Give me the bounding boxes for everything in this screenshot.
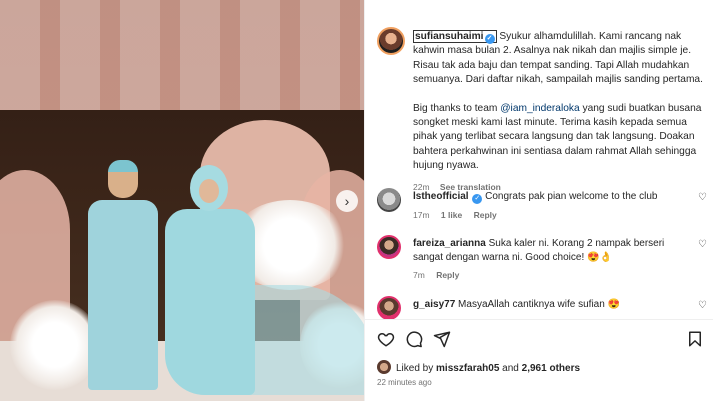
comment-like-heart-icon[interactable]: ♡: [698, 300, 707, 311]
verified-badge-icon: ✓: [472, 194, 483, 204]
verified-badge-icon: ✓: [484, 34, 495, 44]
post-details-panel: sufiansuhaimi ✓ Syukur alhamdulillah. Kam…: [364, 0, 713, 401]
author-username[interactable]: sufiansuhaimi ✓: [413, 30, 497, 44]
post-timestamp: 22 minutes ago: [377, 378, 432, 387]
caption-mention-link[interactable]: @iam_inderaloka: [500, 103, 579, 114]
photo-groom: [88, 160, 158, 390]
commenter-avatar[interactable]: [377, 296, 401, 320]
post-actions-bar: Liked by misszfarah05 and 2,961 others 2…: [365, 319, 713, 401]
comment-text: MasyaAllah cantiknya wife sufian: [458, 299, 605, 310]
comment-time: 17m: [413, 210, 430, 220]
comment-time: 7m: [413, 270, 425, 280]
post-photo[interactable]: ›: [0, 0, 364, 401]
bookmark-icon[interactable]: [686, 330, 704, 348]
liker-avatar: [377, 360, 391, 374]
heart-icon[interactable]: [377, 330, 395, 348]
post-caption: sufiansuhaimi ✓ Syukur alhamdulillah. Kam…: [413, 30, 709, 194]
commenter-username[interactable]: g_aisy77: [413, 299, 455, 310]
share-icon[interactable]: [433, 330, 451, 348]
photo-bride: [165, 165, 364, 395]
comment-like-heart-icon[interactable]: ♡: [698, 239, 707, 250]
comment-emojis: 😍: [607, 299, 621, 310]
commenter-avatar[interactable]: [377, 188, 401, 212]
carousel-next-button[interactable]: ›: [336, 190, 358, 212]
photo-canopy-decoration: [0, 0, 364, 110]
comment-like-count[interactable]: 1 like: [441, 210, 462, 220]
likes-count-link[interactable]: 2,961 others: [522, 363, 580, 374]
comment-icon[interactable]: [405, 330, 423, 348]
reply-button[interactable]: Reply: [436, 270, 459, 280]
comment-text: Congrats pak pian welcome to the club: [485, 191, 658, 202]
comment-like-heart-icon[interactable]: ♡: [698, 192, 707, 203]
likes-summary: Liked by misszfarah05 and 2,961 others: [377, 360, 580, 374]
reply-button[interactable]: Reply: [474, 210, 497, 220]
caption-paragraph-2-start: Big thanks to team: [413, 102, 501, 114]
photo-flowers: [10, 300, 100, 390]
comment-emojis: 😍👌: [587, 252, 612, 263]
commenter-username[interactable]: lstheofficial: [413, 191, 469, 202]
commenter-username[interactable]: fareiza_arianna: [413, 238, 486, 249]
commenter-avatar[interactable]: [377, 235, 401, 259]
liker-username[interactable]: misszfarah05: [436, 363, 499, 374]
author-avatar[interactable]: [377, 27, 405, 55]
